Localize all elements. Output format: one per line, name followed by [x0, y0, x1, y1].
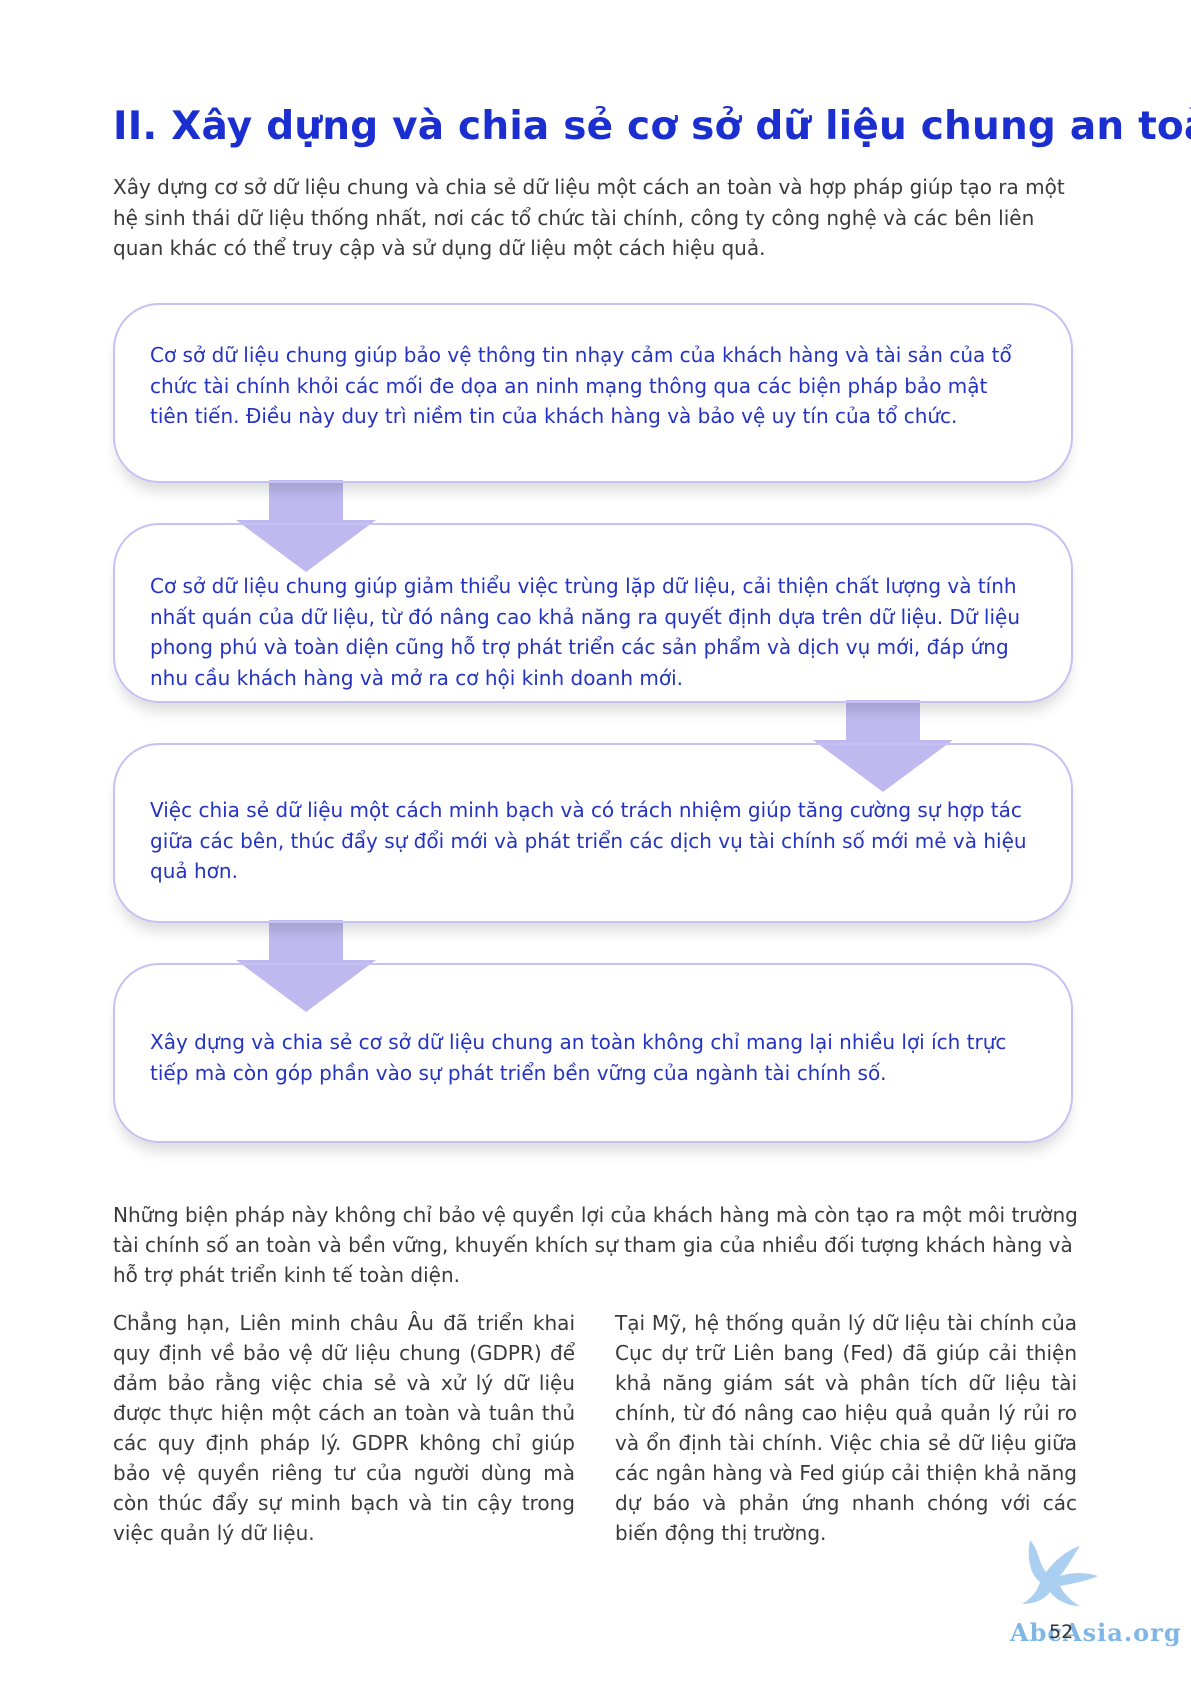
bird-watermark-logo [1022, 1540, 1098, 1606]
summary-paragraph: Những biện pháp này không chỉ bảo vệ quy… [113, 1203, 1078, 1287]
flow-box-text: Xây dựng và chia sẻ cơ sở dữ liệu chung … [150, 1030, 1007, 1085]
page-number: 52 [1049, 1621, 1074, 1643]
flow-box-4: Xây dựng và chia sẻ cơ sở dữ liệu chung … [113, 963, 1073, 1143]
flow-box-3: Việc chia sẻ dữ liệu một cách minh bạch … [113, 743, 1073, 923]
flow-box-text: Cơ sở dữ liệu chung giúp giảm thiểu việc… [150, 574, 1021, 690]
flow-box-1: Cơ sở dữ liệu chung giúp bảo vệ thông ti… [113, 303, 1073, 483]
flow-box-text: Việc chia sẻ dữ liệu một cách minh bạch … [150, 798, 1027, 883]
intro-paragraph: Xây dựng cơ sở dữ liệu chung và chia sẻ … [113, 175, 1065, 260]
left-column-paragraph: Chẳng hạn, Liên minh châu Âu đã triển kh… [113, 1311, 575, 1545]
flow-box-2: Cơ sở dữ liệu chung giúp giảm thiểu việc… [113, 523, 1073, 703]
flow-box-text: Cơ sở dữ liệu chung giúp bảo vệ thông ti… [150, 343, 1012, 428]
page-title: II. Xây dựng và chia sẻ cơ sở dữ liệu ch… [113, 104, 1191, 149]
watermark-text: AbcAsia.org [1010, 1618, 1182, 1647]
right-column-paragraph: Tại Mỹ, hệ thống quản lý dữ liệu tài chí… [615, 1311, 1077, 1545]
